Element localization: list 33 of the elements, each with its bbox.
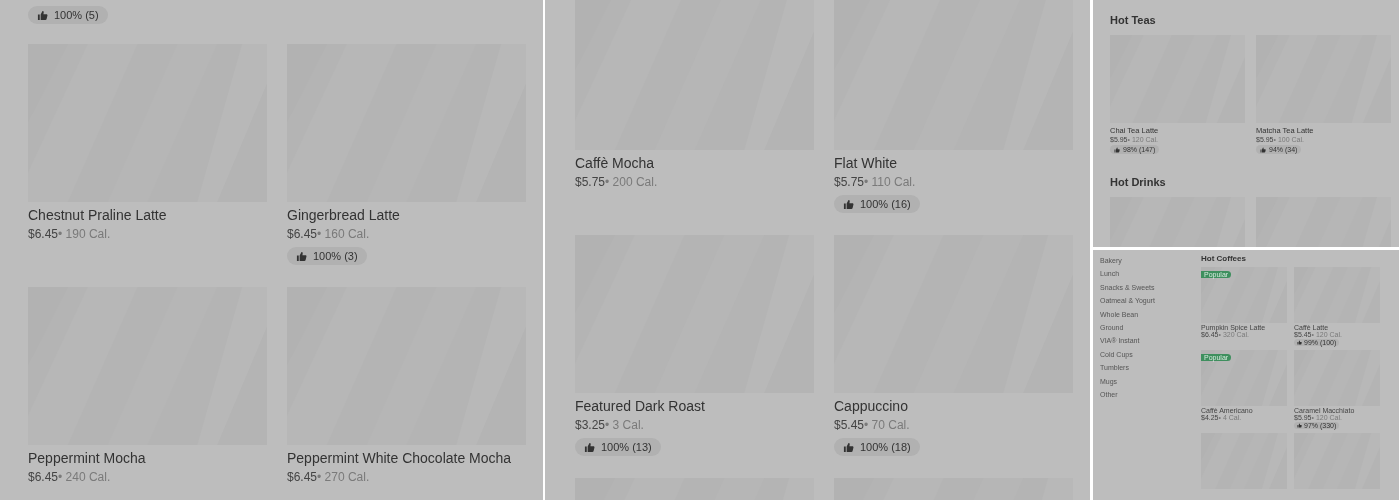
thumbs-up-icon [1297, 340, 1302, 345]
product-title[interactable]: Flat White [834, 155, 897, 171]
product-title[interactable]: Caffè Mocha [575, 155, 655, 171]
price-calories: $3.25• 3 Cal. [575, 418, 644, 432]
thumbs-up-icon [296, 250, 307, 262]
thumbs-up-icon [843, 198, 854, 210]
rating-pill: 100% (16) [834, 195, 920, 213]
price-calories: $5.45• 70 Cal. [834, 418, 910, 432]
rating-pill: 100% (3) [287, 247, 367, 265]
product-title[interactable]: Peppermint Mocha [28, 450, 146, 466]
price-calories: $5.75• 200 Cal. [575, 175, 658, 189]
product-title[interactable]: Cappuccino [834, 398, 908, 414]
price-calories: $6.45• 270 Cal. [287, 470, 370, 484]
rating-pill: 100% (13) [575, 438, 661, 456]
rating-pill: 100% (5) [28, 6, 108, 24]
rating-pill: 100% (18) [834, 438, 920, 456]
thumbs-up-icon [843, 441, 854, 453]
price-calories: $6.45• 160 Cal. [287, 227, 370, 241]
price-calories: $6.45• 240 Cal. [28, 470, 111, 484]
section-heading: Hot Coffees [1201, 254, 1247, 263]
thumbs-up-icon [584, 441, 595, 453]
product-title[interactable]: Peppermint White Chocolate Mocha [287, 450, 512, 466]
price-calories: $6.45• 190 Cal. [28, 227, 111, 241]
thumbs-up-icon [1260, 146, 1266, 153]
product-title[interactable]: Chestnut Praline Latte [28, 207, 167, 223]
product-title[interactable]: Featured Dark Roast [575, 398, 705, 414]
thumbs-up-icon [1114, 146, 1120, 153]
product-title[interactable]: Gingerbread Latte [287, 207, 400, 223]
thumbs-up-icon [37, 9, 48, 21]
thumbs-up-icon [1297, 423, 1302, 428]
section-heading: Hot Drinks [1110, 176, 1167, 188]
price-calories: $5.75• 110 Cal. [834, 175, 916, 189]
section-heading: Hot Teas [1110, 14, 1157, 26]
